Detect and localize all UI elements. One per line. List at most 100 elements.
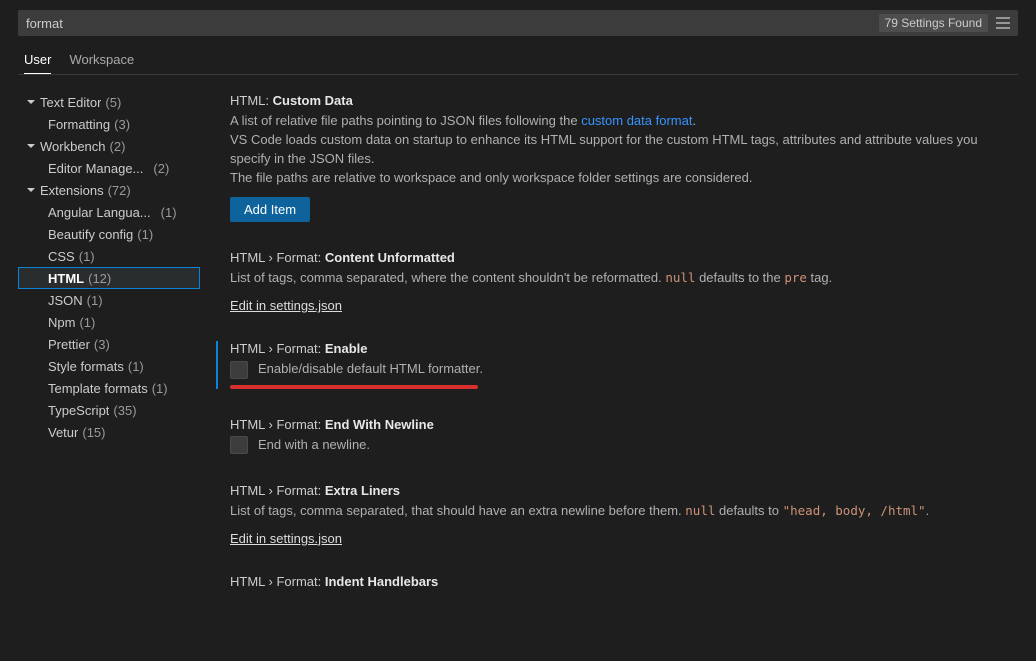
settings-body: Text Editor (5) Formatting (3) Workbench… [18,85,1018,645]
tree-count: (1) [79,249,95,264]
setting-description: A list of relative file paths pointing t… [230,112,1018,187]
setting-name: Custom Data [273,93,353,108]
chevron-down-icon [24,183,38,197]
tree-count: (3) [114,117,130,132]
setting-description: End with a newline. [258,436,370,455]
settings-tree: Text Editor (5) Formatting (3) Workbench… [18,85,204,645]
setting-title: HTML › Format: Enable [230,341,1018,356]
custom-data-format-link[interactable]: custom data format [581,113,692,128]
tree-label: JSON [48,293,83,308]
search-bar: 79 Settings Found [18,10,1018,36]
tree-label: Style formats [48,359,124,374]
settings-list[interactable]: HTML: Custom Data A list of relative fil… [204,85,1018,645]
desc-text: List of tags, comma separated, that shou… [230,503,685,518]
filter-icon[interactable] [994,14,1012,32]
desc-text: List of tags, comma separated, where the… [230,270,665,285]
tree-count: (2) [153,161,169,176]
tree-label: Npm [48,315,75,330]
tree-item[interactable]: Npm (1) [18,311,200,333]
setting-html-format-enable: HTML › Format: Enable Enable/disable def… [230,341,1018,389]
chevron-down-icon [24,95,38,109]
annotation-underline [230,385,478,389]
setting-description: Enable/disable default HTML formatter. [258,360,483,379]
setting-html-custom-data: HTML: Custom Data A list of relative fil… [230,93,1018,222]
desc-text: VS Code loads custom data on startup to … [230,132,978,166]
setting-section: HTML › Format: [230,574,321,589]
tree-count: (12) [88,271,111,286]
tree-count: (35) [113,403,136,418]
tree-item[interactable]: CSS (1) [18,245,200,267]
tree-count: (1) [152,381,168,396]
tree-count: (3) [94,337,110,352]
setting-title: HTML › Format: Indent Handlebars [230,574,1018,589]
tree-count: (1) [137,227,153,242]
search-input[interactable] [26,16,879,31]
tree-count: (2) [110,139,126,154]
setting-description: List of tags, comma separated, that shou… [230,502,1018,521]
settings-editor: 79 Settings Found User Workspace Text Ed… [0,0,1036,661]
code-literal: null [685,503,715,518]
tree-count: (72) [108,183,131,198]
add-item-button[interactable]: Add Item [230,197,310,222]
modified-indicator [216,341,218,389]
tree-text-editor[interactable]: Text Editor (5) [18,91,200,113]
tree-label: Formatting [48,117,110,132]
tree-count: (1) [87,293,103,308]
desc-text: A list of relative file paths pointing t… [230,113,581,128]
tree-label: CSS [48,249,75,264]
setting-html-format-content-unformatted: HTML › Format: Content Unformatted List … [230,250,1018,313]
tree-item[interactable]: Angular Langua... (1) [18,201,200,223]
tree-item[interactable]: Vetur (15) [18,421,200,443]
setting-section: HTML › Format: [230,483,321,498]
desc-text: defaults to [715,503,782,518]
edit-in-settings-json-link[interactable]: Edit in settings.json [230,298,342,313]
code-literal: null [665,270,695,285]
tree-item[interactable]: Prettier (3) [18,333,200,355]
setting-name: End With Newline [325,417,434,432]
tree-item[interactable]: Template formats (1) [18,377,200,399]
setting-section: HTML › Format: [230,341,321,356]
tree-label: Beautify config [48,227,133,242]
setting-name: Enable [325,341,368,356]
tree-label: HTML [48,271,84,286]
setting-title: HTML › Format: Content Unformatted [230,250,1018,265]
tree-extensions[interactable]: Extensions (72) [18,179,200,201]
desc-text: defaults to the [695,270,784,285]
tree-label: Angular Langua... [48,205,151,220]
tree-label: Vetur [48,425,78,440]
setting-title: HTML › Format: End With Newline [230,417,1018,432]
setting-section: HTML: [230,93,269,108]
setting-title: HTML › Format: Extra Liners [230,483,1018,498]
tab-user[interactable]: User [24,46,51,74]
tree-label: Workbench [40,139,106,154]
edit-in-settings-json-link[interactable]: Edit in settings.json [230,531,342,546]
tree-label: Extensions [40,183,104,198]
tree-item[interactable]: TypeScript (35) [18,399,200,421]
search-result-count: 79 Settings Found [879,14,988,32]
tree-count: (1) [161,205,177,220]
desc-text: . [692,113,696,128]
tree-count: (5) [105,95,121,110]
tree-label: Editor Manage... [48,161,143,176]
setting-html-format-extra-liners: HTML › Format: Extra Liners List of tags… [230,483,1018,546]
end-with-newline-checkbox[interactable] [230,436,248,454]
tree-item[interactable]: Style formats (1) [18,355,200,377]
tree-item-html[interactable]: HTML (12) [18,267,200,289]
tree-label: Prettier [48,337,90,352]
tree-formatting[interactable]: Formatting (3) [18,113,200,135]
tree-editor-management[interactable]: Editor Manage... (2) [18,157,200,179]
code-literal: "head, body, /html" [783,503,926,518]
setting-html-format-indent-handlebars: HTML › Format: Indent Handlebars [230,574,1018,589]
tree-item[interactable]: Beautify config (1) [18,223,200,245]
chevron-down-icon [24,139,38,153]
tree-count: (1) [128,359,144,374]
setting-section: HTML › Format: [230,250,321,265]
tree-label: Template formats [48,381,148,396]
setting-description: List of tags, comma separated, where the… [230,269,1018,288]
enable-checkbox[interactable] [230,361,248,379]
setting-name: Content Unformatted [325,250,455,265]
tab-workspace[interactable]: Workspace [69,46,134,74]
code-literal: pre [784,270,807,285]
tree-workbench[interactable]: Workbench (2) [18,135,200,157]
tree-item[interactable]: JSON (1) [18,289,200,311]
